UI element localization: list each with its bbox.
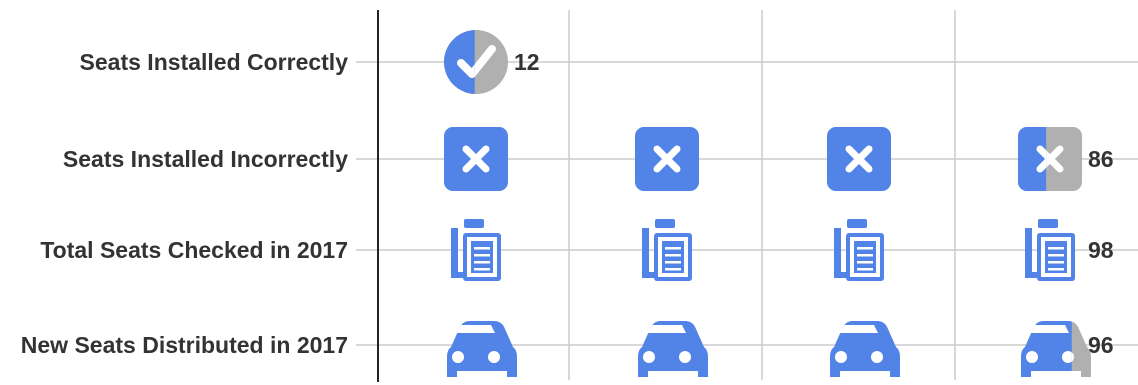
row-label: Seats Installed Correctly <box>80 49 349 75</box>
close-box-icon <box>827 127 891 191</box>
car-icon <box>447 321 517 377</box>
row-label: New Seats Distributed in 2017 <box>21 332 348 358</box>
close-box-icon <box>1018 127 1082 191</box>
row-1: Seats Installed Correctly 12 <box>80 30 540 94</box>
car-icon <box>638 321 708 377</box>
close-box-icon <box>635 127 699 191</box>
value-label: 98 <box>1088 237 1114 263</box>
car-icon <box>1021 321 1091 377</box>
value-label: 86 <box>1088 146 1114 172</box>
row-label: Seats Installed Incorrectly <box>63 146 348 172</box>
pictograph-chart: Seats Installed Correctly 12Seats Install… <box>21 10 1138 382</box>
check-circle-icon <box>444 30 508 94</box>
row-label: Total Seats Checked in 2017 <box>40 237 348 263</box>
car-icon <box>830 321 900 377</box>
close-box-icon <box>444 127 508 191</box>
value-label: 12 <box>514 49 540 75</box>
row-4: New Seats Distributed in 2017 96 <box>21 321 1114 377</box>
value-label: 96 <box>1088 332 1114 358</box>
